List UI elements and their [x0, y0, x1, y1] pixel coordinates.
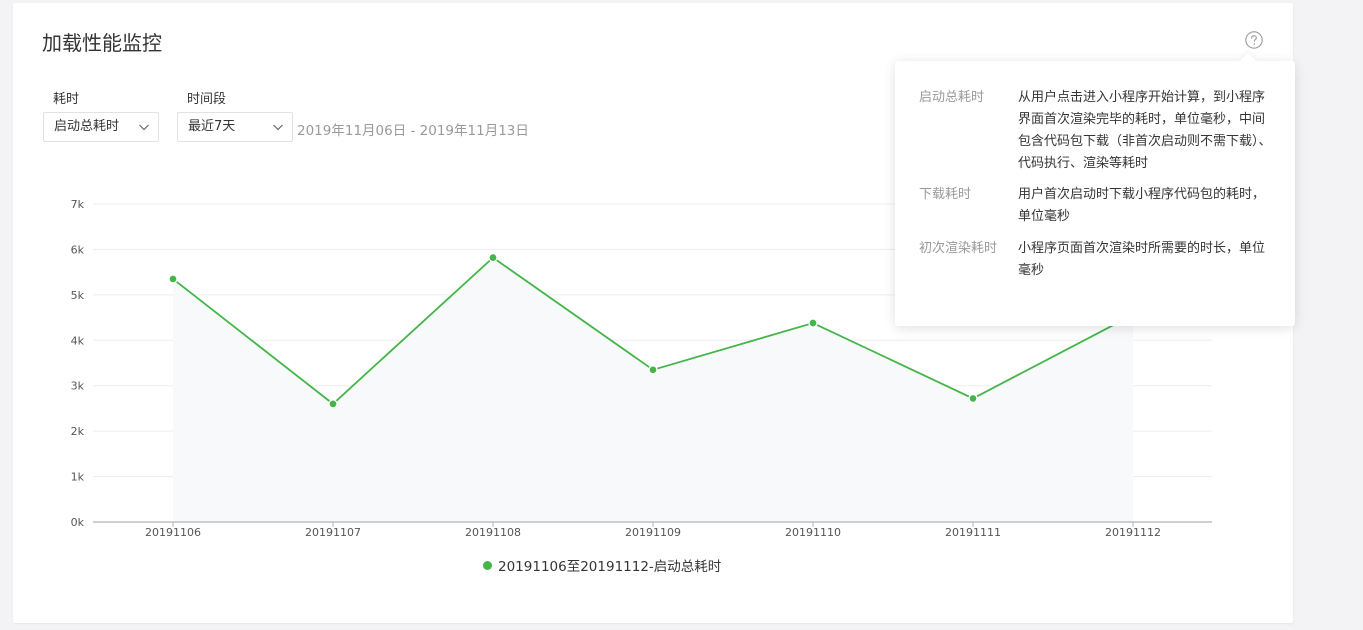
x-tick-label: 20191112 [1105, 526, 1161, 539]
y-tick-label: 0k [71, 516, 85, 529]
x-tick-label: 20191107 [305, 526, 361, 539]
tooltip-desc: 用户首次启动时下载小程序代码包的耗时，单位毫秒 [1018, 187, 1266, 224]
data-point [648, 365, 658, 375]
x-tick-label: 20191106 [145, 526, 201, 539]
tooltip-item: 启动总耗时 从用户点击进入小程序开始计算，到小程序界面首次渲染完毕的耗时，单位毫… [919, 87, 1273, 177]
y-tick-label: 5k [71, 289, 85, 302]
y-tick-label: 4k [71, 334, 85, 347]
x-tick-label: 20191111 [945, 526, 1001, 539]
tooltip-term: 下载耗时 [919, 187, 972, 202]
data-point [168, 274, 178, 284]
tooltip-item: 下载耗时 用户首次启动时下载小程序代码包的耗时，单位毫秒 [919, 184, 1273, 230]
data-point [328, 399, 338, 409]
tooltip-desc: 从用户点击进入小程序开始计算，到小程序界面首次渲染完毕的耗时，单位毫秒，中间包含… [1018, 90, 1272, 171]
tooltip-desc: 小程序页面首次渲染时所需要的时长，单位毫秒 [1018, 241, 1266, 278]
data-point [968, 393, 978, 404]
tooltip-item: 初次渲染耗时 小程序页面首次渲染时所需要的时长，单位毫秒 [919, 238, 1273, 284]
legend-label: 20191106至20191112-启动总耗时 [498, 559, 722, 575]
y-tick-label: 2k [71, 425, 85, 438]
data-point [808, 318, 818, 328]
data-point [488, 252, 498, 263]
x-tick-label: 20191110 [785, 526, 841, 539]
y-tick-label: 7k [71, 198, 85, 211]
x-tick-label: 20191109 [625, 526, 681, 539]
help-tooltip: 启动总耗时 从用户点击进入小程序开始计算，到小程序界面首次渲染完毕的耗时，单位毫… [895, 52, 1295, 326]
tooltip-term: 启动总耗时 [919, 90, 985, 105]
legend-marker [483, 561, 492, 570]
y-tick-label: 1k [71, 471, 85, 484]
tooltip-term: 初次渲染耗时 [919, 241, 998, 256]
y-tick-label: 6k [71, 243, 85, 256]
chart-legend[interactable]: 20191106至20191112-启动总耗时 [483, 555, 721, 575]
y-tick-label: 3k [71, 380, 85, 393]
x-tick-label: 20191108 [465, 526, 521, 539]
